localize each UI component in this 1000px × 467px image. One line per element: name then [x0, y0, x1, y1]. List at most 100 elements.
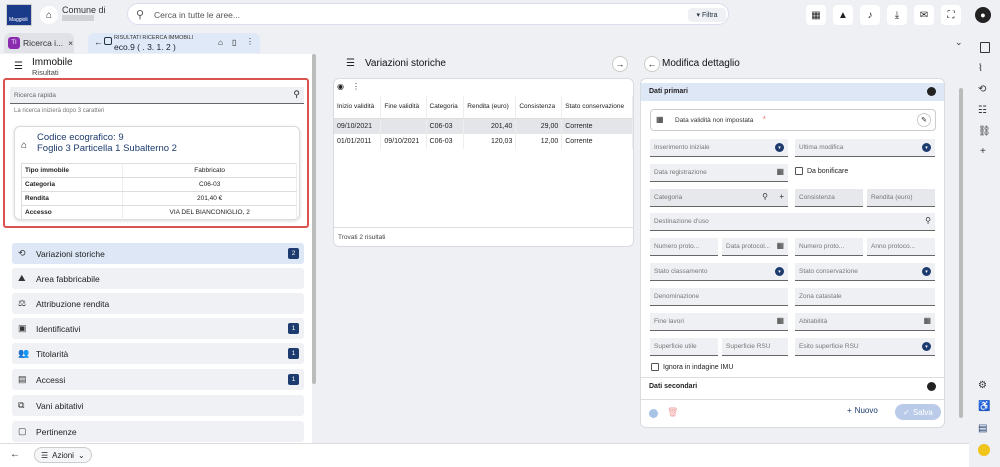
nuovo-button[interactable]: + Nuovo — [847, 406, 878, 415]
superficie-rsu-field[interactable]: Superficie RSU — [722, 338, 788, 356]
ignora-imu-checkbox[interactable] — [651, 363, 659, 371]
mail-icon[interactable]: ✉ — [914, 5, 934, 25]
left-scrollbar[interactable] — [312, 54, 316, 384]
calendar-icon[interactable]: ▦ — [776, 167, 784, 176]
nav-accessi[interactable]: ▤ Accessi 1 — [12, 369, 304, 390]
chat-icon[interactable]: ▤ — [978, 423, 987, 434]
dropdown-icon[interactable]: ▾ — [922, 342, 931, 351]
bookmark-icon[interactable]: ▯ — [232, 38, 236, 47]
search-input[interactable]: Cerca in tutte le aree... — [154, 10, 240, 20]
nav-titolarita[interactable]: 👥 Titolarità 1 — [12, 343, 304, 364]
stato-classamento-field[interactable]: Stato classamento ▾ — [650, 263, 788, 281]
right-scrollbar[interactable] — [959, 88, 963, 418]
add-icon[interactable]: + — [779, 192, 784, 201]
dropdown-icon[interactable]: ▾ — [775, 143, 784, 152]
expand-icon[interactable] — [927, 382, 936, 391]
edit-icon[interactable]: ✎ — [917, 113, 931, 127]
esito-superficie-field[interactable]: Esito superficie RSU ▾ — [795, 338, 935, 356]
card-key: Tipo immobile — [21, 163, 124, 178]
chevron-down-icon[interactable]: ⌄ — [955, 37, 963, 48]
quick-search-input[interactable]: Ricerca rapida ⚲ — [10, 87, 304, 104]
column-header[interactable]: Stato conservazione — [561, 96, 633, 119]
nav-pertinenze[interactable]: ▢ Pertinenze — [12, 421, 304, 442]
column-header[interactable]: Consistenza — [515, 96, 563, 119]
nav-variazioni-storiche[interactable]: ⟲ Variazioni storiche 2 — [12, 243, 304, 264]
numero-proto-field[interactable]: Numero proto... — [650, 238, 718, 256]
bell-icon[interactable]: ♪ — [860, 5, 880, 25]
column-header[interactable]: Fine validità — [380, 96, 427, 119]
numero-proto-2-field[interactable]: Numero proto... — [795, 238, 863, 256]
data-registrazione-field[interactable]: Data registrazione ▦ — [650, 164, 788, 182]
support-icon[interactable] — [978, 444, 990, 456]
network-icon[interactable]: ⛓ — [978, 126, 991, 137]
book-icon[interactable] — [980, 42, 990, 53]
arrow-left-icon[interactable]: ← — [644, 56, 660, 72]
tab-ricerca[interactable]: TI Ricerca i... × — [4, 33, 74, 53]
dashboard-icon[interactable]: ▦ — [806, 5, 826, 25]
nav-attribuzione-rendita[interactable]: ⚖ Attribuzione rendita — [12, 293, 304, 314]
global-search[interactable]: ⚲ Cerca in tutte le aree... ▾ Filtra — [127, 3, 729, 25]
column-header[interactable]: Categoria — [426, 96, 465, 119]
column-header[interactable]: Inizio validità — [334, 96, 382, 119]
plus-icon[interactable]: + — [980, 146, 986, 157]
building-icon[interactable]: ⌂ — [40, 6, 58, 24]
gear-icon[interactable]: ⚙ — [978, 380, 987, 391]
destinazione-field[interactable]: Destinazione d'uso ⚲ — [650, 213, 935, 231]
column-header[interactable]: Rendita (euro) — [463, 96, 517, 119]
table-row[interactable]: 09/10/2021 C06-03 201,40 29,00 Corrente — [334, 118, 633, 134]
close-icon[interactable]: × — [68, 38, 73, 48]
data-protocollo-field[interactable]: Data protocol... ▦ — [722, 238, 788, 256]
search-icon[interactable]: ⚲ — [762, 192, 768, 201]
report-icon[interactable]: ☷ — [978, 105, 987, 116]
inserimento-field[interactable]: Inserimento iniziale ▾ — [650, 139, 788, 157]
section-dati-secondari[interactable]: Dati secondari — [641, 377, 944, 395]
account-icon[interactable]: ● — [975, 7, 991, 23]
ultima-modifica-field[interactable]: Ultima modifica ▾ — [795, 139, 935, 157]
calendar-icon[interactable]: ▦ — [776, 316, 784, 325]
more-icon[interactable]: ⋮ — [246, 37, 254, 46]
filter-button[interactable]: ▾ Filtra — [688, 8, 726, 22]
maggioli-logo[interactable]: Maggioli — [6, 4, 32, 26]
calendar-icon[interactable]: ▦ — [923, 316, 931, 325]
azioni-button[interactable]: ☰ Azioni ⌄ — [34, 447, 92, 463]
denominazione-field[interactable]: Denominazione — [650, 288, 788, 306]
nav-vani-abitativi[interactable]: ⧉ Vani abitativi — [12, 395, 304, 416]
validity-field[interactable]: ▦ Data validità non impostata * ✎ — [650, 109, 936, 131]
dropdown-icon[interactable]: ▾ — [922, 143, 931, 152]
download-icon[interactable]: ⤓ — [887, 5, 907, 25]
zona-catastale-field[interactable]: Zona catastale — [795, 288, 935, 306]
accessibility-icon[interactable]: ♿ — [978, 401, 990, 412]
categoria-field[interactable]: Categoria ⚲ + — [650, 189, 788, 207]
home-icon[interactable]: ⌂ — [218, 38, 223, 47]
rendita-field[interactable]: Rendita (euro) — [867, 189, 935, 207]
collapse-icon[interactable] — [927, 87, 936, 96]
bonificare-checkbox[interactable] — [795, 167, 803, 175]
dropdown-icon[interactable]: ▾ — [775, 267, 784, 276]
search-icon[interactable]: ⚲ — [925, 216, 931, 225]
abitabilita-field[interactable]: Abitabilità ▦ — [795, 313, 935, 331]
stato-conservazione-field[interactable]: Stato conservazione ▾ — [795, 263, 935, 281]
table-row[interactable]: 01/01/2011 09/10/2021 C06-03 120,03 12,0… — [334, 133, 633, 149]
back-arrow-icon[interactable]: ← — [10, 449, 20, 460]
calendar-icon[interactable]: ▦ — [776, 241, 784, 250]
section-dati-primari[interactable]: Dati primari — [641, 83, 944, 101]
anno-protocollo-field[interactable]: Anno protoco... — [867, 238, 935, 256]
tab-risultati[interactable]: ← RISULTATI RICERCA IMMOBILI eco.9 ( . 3… — [88, 33, 260, 53]
history-icon[interactable]: ⟲ — [978, 84, 986, 95]
superficie-utile-field[interactable]: Superficie utile — [650, 338, 718, 356]
more-icon[interactable]: ⋮ — [352, 82, 360, 91]
salva-button[interactable]: ✓ Salva — [895, 404, 941, 420]
fine-lavori-field[interactable]: Fine lavori ▦ — [650, 313, 788, 331]
nav-area-fabbricabile[interactable]: ⛰ Area fabbricabile — [12, 268, 304, 289]
eye-icon[interactable]: ◉ — [337, 82, 344, 91]
delete-icon[interactable]: 🗑 — [667, 407, 678, 418]
fullscreen-icon[interactable]: ⛶ — [941, 5, 961, 25]
trend-icon[interactable]: ⌇ — [978, 63, 983, 74]
nav-identificativi[interactable]: ▣ Identificativi 1 — [12, 318, 304, 339]
info-icon[interactable] — [649, 409, 658, 418]
arrow-right-icon[interactable]: → — [612, 56, 628, 72]
dropdown-icon[interactable]: ▾ — [922, 267, 931, 276]
back-arrow-icon[interactable]: ← — [94, 37, 103, 47]
consistenza-field[interactable]: Consistenza — [795, 189, 863, 207]
warning-icon[interactable]: ▲ — [833, 5, 853, 25]
